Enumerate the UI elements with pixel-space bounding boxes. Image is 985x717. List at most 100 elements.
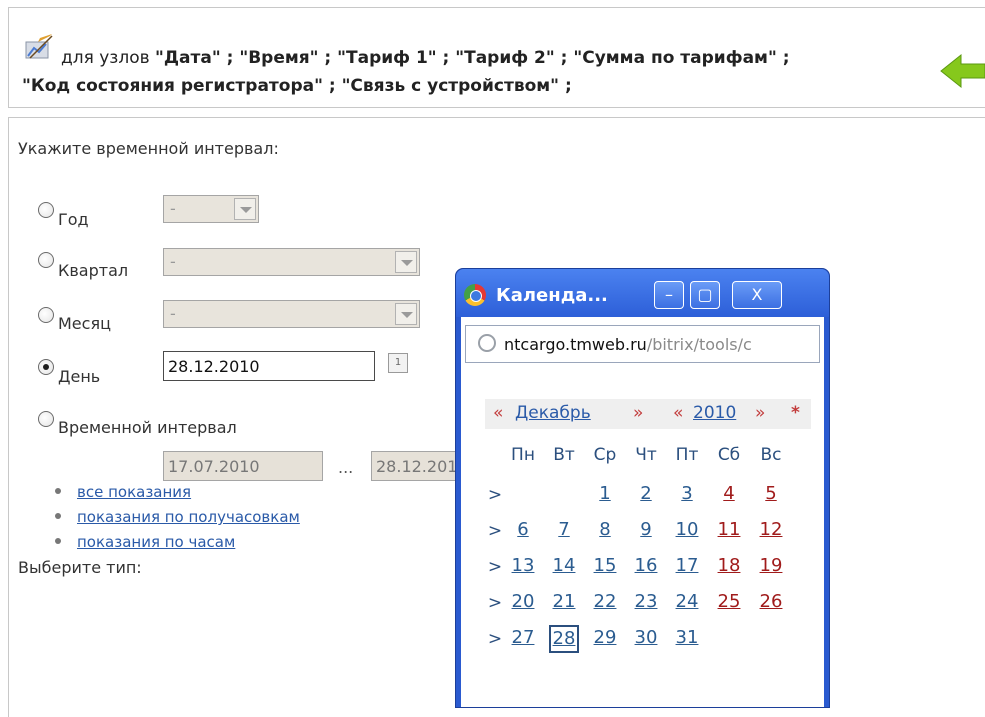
- range-from-input[interactable]: 17.07.2010: [163, 451, 323, 481]
- calendar-day[interactable]: 7: [549, 519, 579, 540]
- calendar-day[interactable]: 29: [590, 627, 620, 648]
- address-bar[interactable]: ntcargo.tmweb.ru/bitrix/tools/c: [465, 325, 820, 363]
- next-year-button[interactable]: »: [755, 403, 765, 423]
- weekday-header: Вс: [760, 445, 782, 465]
- maximize-button[interactable]: ▢: [690, 281, 720, 309]
- calendar-day[interactable]: 26: [756, 591, 786, 612]
- link-hourly-readings[interactable]: показания по часам: [77, 533, 235, 551]
- calendar-day[interactable]: 20: [508, 591, 538, 612]
- minimize-button[interactable]: –: [654, 281, 684, 309]
- day-input[interactable]: 28.12.2010: [163, 351, 375, 381]
- chart-edit-icon: [25, 34, 53, 59]
- chevron-down-icon: [234, 198, 256, 220]
- link-all-readings[interactable]: все показания: [77, 483, 191, 501]
- label-year: Год: [58, 210, 89, 229]
- calendar-day[interactable]: 11: [714, 519, 744, 540]
- nodes-list-1: "Дата" ; "Время" ; "Тариф 1" ; "Тариф 2"…: [155, 48, 790, 68]
- back-arrow-icon[interactable]: [939, 51, 985, 91]
- globe-icon: [478, 334, 496, 352]
- nodes-list-2: "Код состояния регистратора" ; "Связь с …: [22, 76, 572, 96]
- quarter-select[interactable]: -: [163, 248, 420, 276]
- calendar-day[interactable]: 3: [672, 483, 702, 504]
- chevron-down-icon: [395, 251, 417, 273]
- calendar-day[interactable]: 9: [631, 519, 661, 540]
- calendar-day[interactable]: 21: [549, 591, 579, 612]
- calendar-day[interactable]: 19: [756, 555, 786, 576]
- calendar-day[interactable]: 16: [631, 555, 661, 576]
- next-month-button[interactable]: »: [633, 403, 643, 423]
- close-button[interactable]: X: [732, 281, 782, 309]
- range-separator: ...: [338, 458, 354, 477]
- radio-month[interactable]: [38, 307, 54, 323]
- calendar-day[interactable]: 8: [590, 519, 620, 540]
- bullet-icon: [55, 538, 61, 544]
- week-select-button[interactable]: >: [487, 521, 503, 541]
- chevron-down-icon: [395, 303, 417, 325]
- calendar-day[interactable]: 25: [714, 591, 744, 612]
- year-link[interactable]: 2010: [693, 403, 736, 423]
- nodes-header: для узлов "Дата" ; "Время" ; "Тариф 1" ;…: [8, 7, 985, 108]
- week-select-button[interactable]: >: [487, 593, 503, 613]
- calendar-day[interactable]: 22: [590, 591, 620, 612]
- label-day: День: [58, 367, 101, 386]
- calendar-day[interactable]: 6: [508, 519, 538, 540]
- calendar-day[interactable]: 23: [631, 591, 661, 612]
- list-item: все показания: [55, 483, 300, 508]
- calendar-day[interactable]: 10: [672, 519, 702, 540]
- popup-content: ntcargo.tmweb.ru/bitrix/tools/c « Декабр…: [461, 317, 824, 707]
- calendar-day[interactable]: 28: [549, 625, 579, 653]
- year-select[interactable]: -: [163, 195, 259, 223]
- url-host: ntcargo.tmweb.ru: [504, 335, 647, 354]
- radio-day[interactable]: [38, 359, 54, 375]
- calendar-day[interactable]: 15: [590, 555, 620, 576]
- weekday-header: Чт: [635, 445, 657, 465]
- calendar-day[interactable]: 1: [590, 483, 620, 504]
- label-month: Месяц: [58, 314, 111, 333]
- calendar-day[interactable]: 2: [631, 483, 661, 504]
- calendar-nav: « Декабрь » « 2010 » *: [485, 399, 811, 429]
- today-star-button[interactable]: *: [791, 403, 800, 423]
- type-label: Выберите тип:: [18, 558, 142, 577]
- weekday-header: Пн: [511, 445, 535, 465]
- month-select[interactable]: -: [163, 300, 420, 328]
- type-list: все показания показания по получасовкам …: [55, 483, 300, 558]
- interval-label: Укажите временной интервал:: [18, 139, 279, 158]
- calendar-day[interactable]: 18: [714, 555, 744, 576]
- weekday-header: Сб: [717, 445, 741, 465]
- calendar-day[interactable]: 30: [631, 627, 661, 648]
- calendar-day[interactable]: 24: [672, 591, 702, 612]
- label-range: Временной интервал: [58, 418, 237, 437]
- range-to-input[interactable]: 28.12.2010: [371, 451, 461, 481]
- browser-logo-icon: [464, 284, 486, 306]
- calendar-day[interactable]: 12: [756, 519, 786, 540]
- week-select-button[interactable]: >: [487, 557, 503, 577]
- radio-range[interactable]: [38, 411, 54, 427]
- month-select-value: -: [170, 304, 176, 323]
- calendar-day[interactable]: 4: [714, 483, 744, 504]
- prev-month-button[interactable]: «: [493, 403, 503, 423]
- popup-titlebar[interactable]: Календа... – ▢ X: [456, 269, 829, 317]
- address-url: ntcargo.tmweb.ru/bitrix/tools/c: [504, 335, 752, 354]
- week-select-button[interactable]: >: [487, 629, 503, 649]
- week-select-button[interactable]: >: [487, 485, 503, 505]
- radio-quarter[interactable]: [38, 252, 54, 268]
- weekday-header: Пт: [675, 445, 699, 465]
- radio-year[interactable]: [38, 202, 54, 218]
- calendar-day[interactable]: 5: [756, 483, 786, 504]
- month-link[interactable]: Декабрь: [515, 403, 591, 423]
- nodes-line-1: для узлов "Дата" ; "Время" ; "Тариф 1" ;…: [61, 48, 790, 68]
- calendar-day[interactable]: 14: [549, 555, 579, 576]
- calendar-day[interactable]: 17: [672, 555, 702, 576]
- bullet-icon: [55, 488, 61, 494]
- label-quarter: Квартал: [58, 261, 129, 280]
- calendar-day[interactable]: 31: [672, 627, 702, 648]
- nodes-prefix: для узлов: [61, 48, 150, 68]
- weekday-header: Ср: [593, 445, 617, 465]
- calendar-day[interactable]: 13: [508, 555, 538, 576]
- link-half-hour-readings[interactable]: показания по получасовкам: [77, 508, 300, 526]
- calendar-day[interactable]: 27: [508, 627, 538, 648]
- calendar-popup-window: Календа... – ▢ X ntcargo.tmweb.ru/bitrix…: [455, 268, 830, 708]
- prev-year-button[interactable]: «: [673, 403, 683, 423]
- list-item: показания по получасовкам: [55, 508, 300, 533]
- calendar-icon[interactable]: 1: [388, 353, 408, 373]
